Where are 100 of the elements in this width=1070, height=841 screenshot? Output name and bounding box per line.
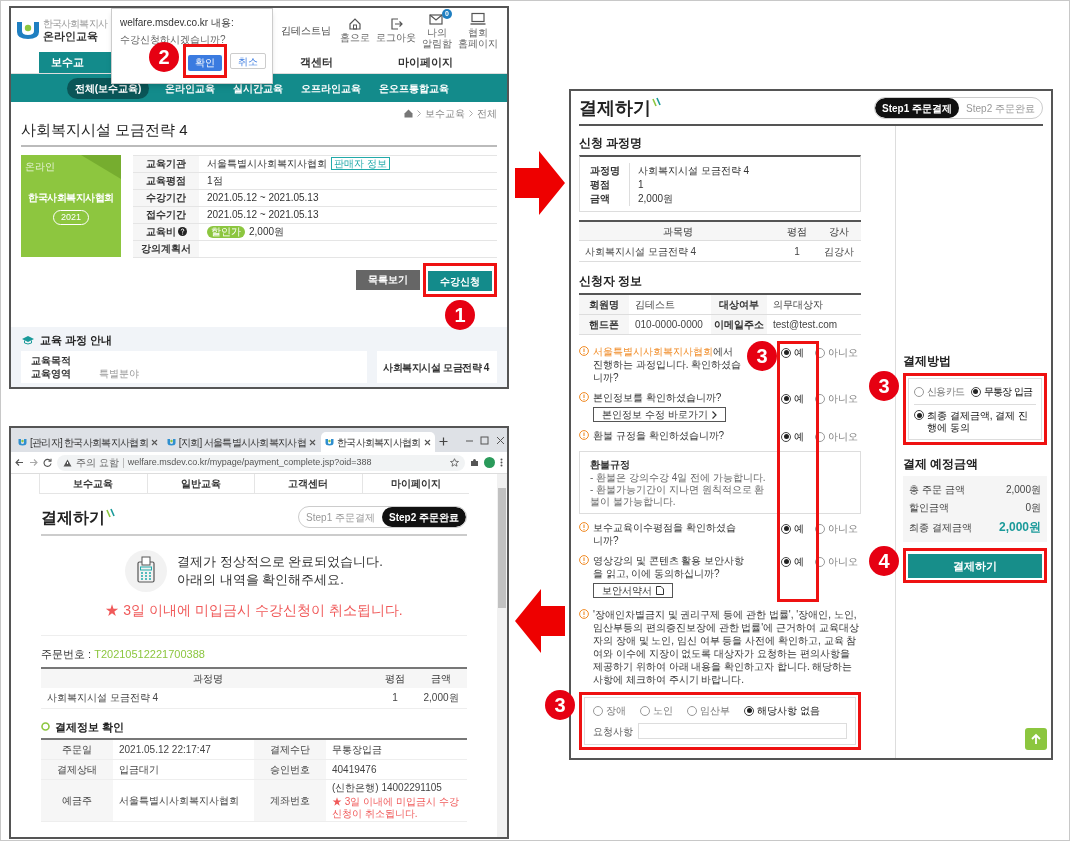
radio-option[interactable]: 장애 bbox=[593, 703, 626, 718]
row-label: 주문일 bbox=[41, 740, 113, 759]
page-title: 결제하기 bbox=[579, 97, 651, 119]
close-icon[interactable] bbox=[309, 438, 316, 446]
chevron-right-icon bbox=[469, 109, 473, 117]
reload-icon[interactable] bbox=[43, 458, 52, 467]
row-label: 대상여부 bbox=[711, 295, 767, 314]
info-icon[interactable] bbox=[579, 555, 589, 565]
scrollbar[interactable] bbox=[497, 474, 507, 837]
refund-rule: - 환불가능기간이 지나면 원칙적으로 환불이 불가능합니다. bbox=[590, 484, 766, 508]
forward-icon[interactable] bbox=[29, 458, 38, 467]
info-icon[interactable] bbox=[579, 609, 589, 619]
browser-tab[interactable]: [지회] 서울특별시사회복지사협 bbox=[162, 432, 320, 452]
radio-option[interactable]: 노인 bbox=[640, 703, 673, 718]
table-cell-text: 사회복지시설 모금전략 4 bbox=[584, 244, 698, 259]
profile-edit-button[interactable]: 본인정보 수정 바로가기 bbox=[593, 407, 726, 422]
cancellation-warning: ★ 3일 이내에 미입금시 수강신청이 취소됩니다. bbox=[104, 601, 404, 620]
row-value: 서울특별시사회복지사협회 bbox=[207, 157, 327, 171]
header-link[interactable]: 협회 홈페이지 bbox=[458, 11, 498, 49]
address-field[interactable]: 주의 요함 welfare.msdev.co.kr/mypage/payment_complete.jsp?oid=388 bbox=[57, 454, 465, 471]
scrollbar-thumb[interactable] bbox=[498, 488, 506, 608]
sub-nav-tab[interactable]: 온오프통합교육 bbox=[377, 80, 452, 96]
step-tab[interactable]: Step1 주문결제 bbox=[875, 98, 960, 118]
radio-option[interactable]: 아니오 bbox=[815, 345, 861, 360]
table-cell-text: 사회복지시설 모금전략 4 bbox=[46, 691, 160, 705]
pay-button[interactable]: 결제하기 bbox=[908, 554, 1042, 579]
breadcrumb-link[interactable]: 보수교육 bbox=[425, 105, 465, 121]
radio-option[interactable]: 임산부 bbox=[687, 703, 730, 718]
security-pledge-button[interactable]: 보안서약서 bbox=[593, 583, 673, 598]
browser-tab[interactable]: 한국사회복지사협회 bbox=[321, 432, 435, 452]
close-icon[interactable] bbox=[423, 438, 431, 446]
avatar-icon[interactable] bbox=[484, 457, 495, 468]
field-label: 요청사항 bbox=[593, 724, 634, 739]
info-icon[interactable] bbox=[579, 522, 589, 532]
apply-button[interactable]: 수강신청 bbox=[428, 271, 492, 291]
accent-icon bbox=[105, 508, 115, 518]
amount-value: 2,000원 bbox=[1005, 483, 1041, 497]
nav-tab[interactable]: 마이페이지 bbox=[343, 52, 507, 73]
window-controls-drawing[interactable] bbox=[465, 436, 505, 445]
scroll-top-button[interactable] bbox=[1025, 728, 1047, 750]
question-text: 환불 규정을 확인하셨습니까? bbox=[593, 429, 725, 442]
course-title: 사회복지시설 모금전략 4 bbox=[21, 119, 497, 147]
radio-option[interactable]: 예 bbox=[781, 521, 815, 536]
breadcrumb-link[interactable]: 전체 bbox=[477, 105, 497, 121]
calculator-icon bbox=[125, 550, 168, 592]
home-icon[interactable] bbox=[404, 108, 413, 118]
radio-option[interactable]: 무통장 입금 bbox=[970, 384, 1033, 399]
table-cell-text: 2,000원 bbox=[422, 691, 460, 705]
question-text: 서울특별시사회복지사협회에서 진행하는 과정입니다. 확인하셨습니까? bbox=[593, 345, 743, 384]
row-value: 2021.05.12 ~ 2021.05.13 bbox=[207, 208, 319, 222]
sub-nav-tab[interactable]: 실시간교육 bbox=[231, 80, 286, 96]
sub-nav-tab[interactable]: 오프라인교육 bbox=[299, 80, 364, 96]
nav-tab[interactable]: 일반교육 bbox=[146, 474, 254, 493]
step-tab[interactable]: Step2 주문완료 bbox=[382, 507, 466, 527]
info-icon[interactable] bbox=[579, 430, 589, 440]
browser-tab[interactable]: [관리자] 한국사회복지사협회 bbox=[14, 432, 162, 452]
puzzle-icon[interactable] bbox=[470, 458, 479, 467]
guide-label: 교육목적 bbox=[31, 354, 72, 368]
site-favicon bbox=[325, 438, 334, 446]
flow-arrow bbox=[515, 589, 565, 653]
header-link[interactable]: 로그아웃 bbox=[376, 17, 416, 43]
close-icon[interactable] bbox=[150, 438, 158, 446]
nav-tab[interactable]: 보수교육 bbox=[39, 474, 147, 493]
radio-option[interactable]: 아니오 bbox=[815, 554, 861, 569]
info-icon[interactable] bbox=[579, 346, 589, 356]
radio-option[interactable]: 해당사항 없음 bbox=[744, 703, 820, 718]
question-text: 본인정보를 확인하셨습니까? bbox=[593, 391, 722, 404]
bookmark-star-icon[interactable] bbox=[450, 458, 459, 467]
header-link[interactable]: 홈으로 bbox=[340, 17, 370, 43]
radio-option[interactable]: 최종 결제금액, 결제 진행에 동의 bbox=[914, 410, 1036, 434]
back-icon[interactable] bbox=[15, 458, 24, 467]
menu-icon[interactable] bbox=[500, 458, 503, 467]
discount-badge: 할인가 bbox=[207, 225, 245, 238]
table-cell-text: 010-0000-0000 bbox=[634, 318, 704, 332]
radio-option[interactable]: 아니오 bbox=[815, 429, 861, 444]
row-value: 1점 bbox=[207, 174, 223, 188]
side-card-title: 사회복지시설 모금전략 4 bbox=[383, 362, 489, 373]
sub-nav-tab[interactable]: 온라인교육 bbox=[163, 80, 218, 96]
row-label: 교육기관 bbox=[133, 155, 199, 172]
radio-option[interactable]: 신용카드 bbox=[914, 384, 965, 399]
row-label: 계좌번호 bbox=[254, 780, 326, 821]
radio-option[interactable]: 아니오 bbox=[815, 391, 861, 406]
logo-title: 온라인교육 bbox=[43, 30, 99, 42]
warning-icon bbox=[63, 458, 72, 467]
cancel-button[interactable]: 취소 bbox=[230, 53, 266, 69]
radio-option[interactable]: 예 bbox=[781, 554, 815, 569]
step-number-badge: 3 bbox=[545, 690, 575, 720]
amount-value: 2,000원 bbox=[998, 519, 1041, 536]
nav-tab[interactable]: 고객센터 bbox=[254, 474, 362, 493]
radio-option[interactable]: 예 bbox=[781, 345, 815, 360]
info-icon[interactable] bbox=[579, 392, 589, 402]
radio-option[interactable]: 예 bbox=[781, 429, 815, 444]
list-button[interactable]: 목록보기 bbox=[356, 269, 420, 290]
radio-option[interactable]: 예 bbox=[781, 391, 815, 406]
radio-option[interactable]: 아니오 bbox=[815, 521, 861, 536]
request-input-field[interactable] bbox=[638, 723, 847, 739]
nav-tab[interactable]: 마이페이지 bbox=[361, 474, 469, 493]
help-icon[interactable] bbox=[177, 227, 187, 236]
new-tab-icon[interactable] bbox=[438, 437, 448, 446]
ok-button[interactable]: 확인 bbox=[188, 54, 222, 71]
